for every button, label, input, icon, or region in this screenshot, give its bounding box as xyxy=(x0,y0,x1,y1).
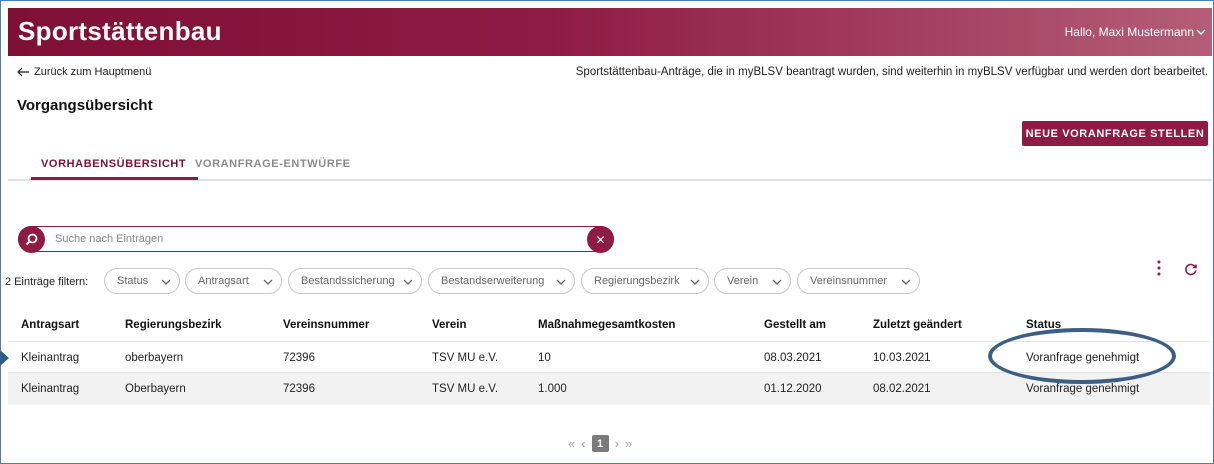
column-header[interactable]: Antragsart xyxy=(21,319,79,331)
filter-chip-label: Regierungsbezirk xyxy=(594,275,680,287)
column-header[interactable]: Gestellt am xyxy=(764,319,826,331)
info-notice: Sportstättenbau-Anträge, die in myBLSV b… xyxy=(575,66,1208,78)
table-cell: 72396 xyxy=(283,383,315,395)
search-field[interactable]: Suche nach Einträgen ✕ xyxy=(18,226,614,253)
new-inquiry-button[interactable]: NEUE VORANFRAGE STELLEN xyxy=(1022,121,1208,146)
column-header[interactable]: Zuletzt geändert xyxy=(873,319,962,331)
tab-bar: VORHABENSÜBERSICHT VORANFRAGE-ENTWÜRFE xyxy=(8,147,1212,181)
search-input[interactable]: Suche nach Einträgen xyxy=(55,233,163,245)
filter-label: 2 Einträge filtern: xyxy=(5,276,89,288)
filter-chip-label: Vereinsnummer xyxy=(810,275,888,287)
filter-antragsart[interactable]: Antragsart xyxy=(185,268,282,294)
user-menu[interactable]: Hallo, Maxi Mustermann xyxy=(1065,25,1206,39)
table-cell: Voranfrage genehmigt xyxy=(1026,383,1140,395)
prev-page-button[interactable]: ‹ xyxy=(581,436,585,451)
search-icon[interactable] xyxy=(18,226,45,253)
filter-chip-label: Antragsart xyxy=(198,275,249,287)
table-cell: 01.12.2020 xyxy=(764,383,822,395)
table-cell: Oberbayern xyxy=(125,383,186,395)
back-link[interactable]: Zurück zum Hauptmenü xyxy=(17,66,151,78)
table-cell: TSV MU e.V. xyxy=(432,383,499,395)
page-title: Vorgangsübersicht xyxy=(17,97,153,114)
row-pointer-arrow xyxy=(0,350,9,366)
column-header[interactable]: Maßnahmegesamtkosten xyxy=(538,319,675,331)
chevron-down-icon xyxy=(262,276,274,288)
back-link-label: Zurück zum Hauptmenü xyxy=(34,66,152,78)
chevron-down-icon xyxy=(689,276,701,288)
table-cell: 10 xyxy=(538,352,551,364)
chevron-down-icon xyxy=(160,276,172,288)
chevron-down-icon xyxy=(900,276,912,288)
table-cell: 08.02.2021 xyxy=(873,383,931,395)
next-page-button[interactable]: › xyxy=(615,436,619,451)
chevron-down-icon xyxy=(402,276,414,288)
brand-title: Sportstättenbau xyxy=(18,16,222,46)
page-number[interactable]: 1 xyxy=(591,435,609,452)
table-cell: 08.03.2021 xyxy=(764,352,822,364)
table-cell: TSV MU e.V. xyxy=(432,352,499,364)
filter-chip-label: Bestandserweiterung xyxy=(441,275,545,287)
first-page-button[interactable]: « xyxy=(568,436,575,451)
table-cell: Kleinantrag xyxy=(21,383,80,395)
table-cell: 10.03.2021 xyxy=(873,352,931,364)
filter-chip-label: Verein xyxy=(727,275,759,287)
pagination: « ‹ 1 › » xyxy=(568,435,632,452)
user-greeting: Hallo, Maxi Mustermann xyxy=(1064,25,1194,39)
table-cell: 1.000 xyxy=(538,383,567,395)
filter-regierungsbezirk[interactable]: Regierungsbezirk xyxy=(581,268,709,294)
last-page-button[interactable]: » xyxy=(625,436,632,451)
highlight-oval xyxy=(988,328,1176,384)
filter-bestandserweiterung[interactable]: Bestandserweiterung xyxy=(428,268,575,294)
more-options-icon[interactable] xyxy=(1157,260,1161,276)
filter-chip-label: Status xyxy=(117,275,149,287)
filter-bestandssicherung[interactable]: Bestandssicherung xyxy=(288,268,422,294)
filter-chip-label: Bestandssicherung xyxy=(301,275,395,287)
table-cell: oberbayern xyxy=(125,352,184,364)
chevron-down-icon xyxy=(1196,27,1206,39)
table-cell: 72396 xyxy=(283,352,315,364)
app-header: Sportstättenbau Hallo, Maxi Mustermann xyxy=(8,8,1212,56)
column-header[interactable]: Regierungsbezirk xyxy=(125,319,222,331)
tab-voranfrage-entwuerfe[interactable]: VORANFRAGE-ENTWÜRFE xyxy=(195,158,351,170)
table-cell: Kleinantrag xyxy=(21,352,80,364)
chevron-down-icon xyxy=(555,276,567,288)
column-header[interactable]: Vereinsnummer xyxy=(283,319,369,331)
clear-search-icon[interactable]: ✕ xyxy=(587,226,614,253)
filter-vereinsnummer[interactable]: Vereinsnummer xyxy=(797,268,920,294)
filter-status[interactable]: Status xyxy=(104,268,180,294)
filter-verein[interactable]: Verein xyxy=(714,268,791,294)
chevron-down-icon xyxy=(771,276,783,288)
column-header[interactable]: Verein xyxy=(432,319,467,331)
tab-vorhabensuebersicht[interactable]: VORHABENSÜBERSICHT xyxy=(30,158,199,180)
refresh-icon[interactable] xyxy=(1184,262,1198,281)
arrow-left-icon xyxy=(17,67,30,77)
